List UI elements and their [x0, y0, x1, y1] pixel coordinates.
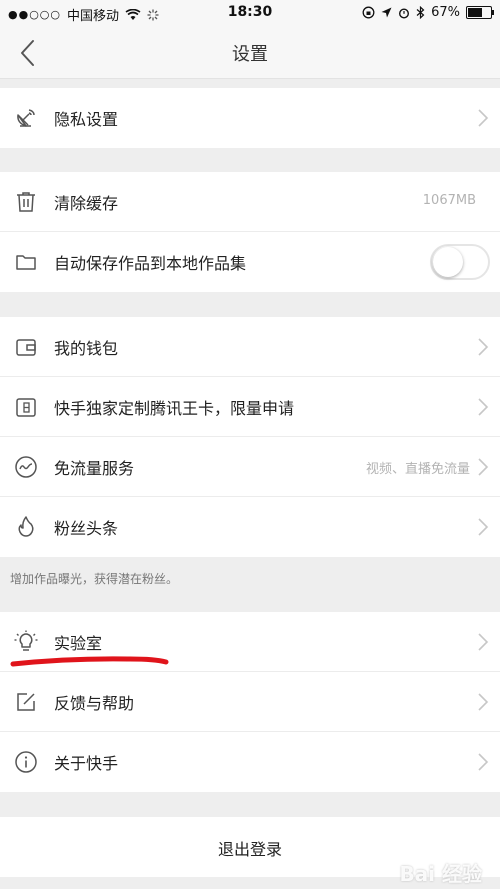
battery-percentage: 67%	[431, 5, 460, 20]
chevron-right-icon	[478, 693, 489, 711]
chevron-right-icon	[478, 398, 489, 416]
battery-icon	[466, 6, 494, 19]
feedback-label: 反馈与帮助	[54, 694, 135, 713]
lightbulb-icon	[14, 630, 38, 651]
privacy-settings-label: 隐私设置	[54, 110, 119, 129]
autosave-row: 自动保存作品到本地作品集	[0, 232, 500, 292]
storage-group: 清除缓存 1067MB 自动保存作品到本地作品集	[0, 172, 500, 292]
about-row[interactable]: 关于快手	[0, 732, 500, 792]
logout-label: 退出登录	[217, 840, 282, 859]
rotation-lock-icon	[362, 6, 375, 19]
status-bar: ●●○○○ 中国移动 18:30 67%	[0, 0, 500, 26]
wallet-label: 我的钱包	[54, 339, 119, 358]
fans-headline-label: 粉丝头条	[54, 519, 119, 538]
alarm-icon	[399, 7, 410, 19]
wallet-row[interactable]: 我的钱包	[0, 317, 500, 377]
location-icon	[381, 7, 392, 18]
edit-square-icon	[17, 693, 35, 711]
page-title: 设置	[232, 44, 268, 65]
fans-headline-row[interactable]: 粉丝头条	[0, 497, 500, 557]
flame-icon	[18, 516, 34, 537]
lab-label: 实验室	[54, 634, 103, 653]
satellite-dish-icon	[17, 109, 35, 127]
chevron-right-icon	[478, 338, 489, 356]
privacy-settings-row[interactable]: 隐私设置	[0, 88, 500, 148]
chevron-right-icon	[478, 633, 489, 651]
privacy-group: 隐私设置	[0, 88, 500, 148]
sim-card-icon	[16, 398, 36, 417]
autosave-toggle[interactable]	[430, 244, 490, 280]
baidu-watermark: Bai 经验	[399, 862, 482, 886]
cache-size: 1067MB	[422, 193, 476, 208]
chevron-right-icon	[478, 109, 489, 127]
wallet-icon	[16, 339, 36, 356]
about-label: 关于快手	[54, 754, 119, 773]
free-data-label: 免流量服务	[54, 459, 135, 478]
clear-cache-label: 清除缓存	[54, 194, 119, 213]
toggle-knob	[433, 247, 463, 277]
services-group: 我的钱包 快手独家定制腾讯王卡，限量申请 免流量服务 视频、直播免流量 粉丝头条	[0, 317, 500, 557]
feedback-row[interactable]: 反馈与帮助	[0, 672, 500, 732]
wangka-row[interactable]: 快手独家定制腾讯王卡，限量申请	[0, 377, 500, 437]
free-data-row[interactable]: 免流量服务 视频、直播免流量	[0, 437, 500, 497]
bluetooth-icon	[416, 6, 425, 19]
chevron-right-icon	[478, 753, 489, 771]
fans-headline-note: 增加作品曝光，获得潜在粉丝。	[10, 572, 179, 586]
misc-group: 实验室 反馈与帮助 关于快手	[0, 612, 500, 792]
info-circle-icon	[15, 751, 37, 773]
navigation-bar: 设置	[0, 26, 500, 79]
folder-icon	[16, 255, 36, 270]
free-data-value: 视频、直播免流量	[365, 462, 470, 477]
traffic-wave-icon	[15, 456, 37, 478]
chevron-right-icon	[478, 458, 489, 476]
wangka-label: 快手独家定制腾讯王卡，限量申请	[54, 399, 295, 418]
chevron-right-icon	[478, 518, 489, 536]
trash-icon	[17, 192, 35, 212]
clear-cache-row[interactable]: 清除缓存 1067MB	[0, 172, 500, 232]
red-annotation-stroke	[10, 656, 169, 667]
autosave-label: 自动保存作品到本地作品集	[54, 254, 247, 273]
